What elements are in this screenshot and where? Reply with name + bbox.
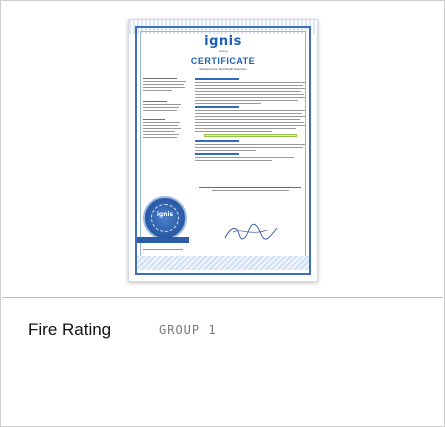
certification-seal-icon: ignis xyxy=(143,196,187,240)
certificate-details-column xyxy=(143,78,191,140)
fire-rating-value: GROUP 1 xyxy=(159,323,217,337)
signature-icon xyxy=(224,223,278,240)
certificate-body-text xyxy=(195,76,305,193)
seal-script-line xyxy=(143,245,183,250)
product-detail-card: ignis testing CERTIFICATE Standard Fire … xyxy=(0,0,445,427)
seal-ribbon xyxy=(137,237,189,243)
certificate-bottom-border xyxy=(137,256,309,270)
certificate-thumbnail[interactable]: ignis testing CERTIFICATE Standard Fire … xyxy=(128,19,318,282)
certificate-title: CERTIFICATE xyxy=(190,56,256,66)
fire-rating-row: Fire Rating GROUP 1 xyxy=(2,299,443,427)
fire-rating-label: Fire Rating xyxy=(28,320,112,339)
certificate-image-cell: ignis testing CERTIFICATE Standard Fire … xyxy=(2,2,443,298)
certificate-result-highlight xyxy=(203,134,298,137)
ignis-logo-sub: testing xyxy=(218,49,228,53)
certificate-subtitle: Standard Fire Test Result Summary xyxy=(199,67,247,71)
ignis-logo: ignis xyxy=(204,34,242,49)
